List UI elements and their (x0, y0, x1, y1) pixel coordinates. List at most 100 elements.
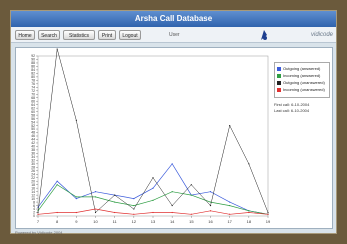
data-point (209, 204, 212, 207)
data-point (171, 211, 173, 214)
data-point (171, 204, 173, 207)
legend-swatch (277, 80, 281, 85)
data-point (248, 211, 250, 214)
y-tick-label: 28 (31, 166, 35, 170)
y-tick-label: 56 (31, 117, 35, 121)
app-window: Arsha Call Database Home Search Statisti… (10, 10, 337, 235)
y-tick-label: 90 (31, 58, 35, 62)
x-tick-label: 16 (208, 219, 213, 224)
y-tick-label: 14 (31, 190, 35, 194)
data-point (37, 213, 39, 215)
y-tick-label: 24 (31, 172, 35, 176)
y-tick-label: 92 (31, 54, 35, 58)
data-point (56, 48, 58, 50)
data-point (37, 211, 39, 214)
data-point (114, 194, 116, 196)
data-point (229, 213, 231, 215)
home-button[interactable]: Home (15, 30, 35, 40)
x-tick-label: 18 (247, 219, 252, 224)
y-tick-label: 16 (31, 186, 35, 190)
y-tick-label: 46 (31, 134, 35, 138)
data-point (56, 211, 58, 214)
plot-area (37, 55, 269, 217)
y-tick-label: 80 (31, 75, 35, 79)
user-label: User (169, 32, 180, 38)
data-point (94, 211, 97, 214)
data-point (171, 191, 173, 193)
data-point (209, 201, 212, 203)
data-point (152, 211, 154, 214)
y-tick-label: 66 (31, 99, 35, 103)
data-point (229, 201, 231, 203)
data-point (75, 196, 77, 198)
data-point (75, 211, 77, 214)
data-point (114, 201, 116, 203)
data-point (75, 119, 77, 121)
y-tick-label: 82 (31, 72, 35, 76)
y-tick-label: 58 (31, 113, 35, 117)
y-tick-label: 34 (31, 155, 35, 159)
data-point (190, 213, 192, 215)
legend-item: Incoming (unanswered) (277, 86, 327, 93)
x-tick-label: 8 (56, 219, 59, 224)
y-tick-label: 4 (33, 207, 35, 211)
y-tick-label: 64 (31, 103, 35, 107)
x-tick-label: 7 (37, 219, 40, 224)
last-call-text: Last call: 6-10-2004 (274, 108, 310, 113)
y-tick-label: 48 (31, 131, 35, 135)
y-tick-label: 88 (31, 61, 35, 65)
data-point (152, 177, 154, 179)
y-tick-label: 36 (31, 152, 35, 156)
y-tick-label: 0 (33, 214, 35, 218)
y-tick-label: 62 (31, 106, 35, 110)
call-range-info: First call: 6-10-2004 Last call: 6-10-20… (274, 102, 309, 114)
data-point (152, 199, 154, 201)
data-point (267, 213, 269, 215)
y-tick-label: 76 (31, 82, 35, 86)
footer-text: Powered by Vidicode 2004 (15, 230, 63, 235)
data-point (133, 213, 135, 215)
y-tick-label: 10 (31, 197, 35, 201)
data-point (56, 180, 58, 182)
print-button[interactable]: Print (98, 30, 116, 40)
data-point (248, 163, 250, 165)
y-tick-label: 22 (31, 176, 35, 180)
data-point (94, 191, 97, 193)
legend-item: Outgoing (unanswered) (277, 79, 327, 86)
data-point (190, 184, 192, 186)
search-button[interactable]: Search (38, 30, 60, 40)
data-point (248, 210, 250, 212)
y-tick-label: 12 (31, 193, 35, 197)
legend-item: Outgoing (answered) (277, 65, 327, 72)
y-tick-label: 6 (33, 204, 35, 208)
data-point (133, 198, 135, 200)
y-tick-label: 54 (31, 120, 35, 124)
statistics-panel: 0 2 4 6 8 10 12 14 16 18 20 22 24 26 28 30 32 34 36 38 40 42 4… (15, 47, 333, 229)
window-title: Arsha Call Database (11, 11, 336, 27)
data-point (152, 187, 154, 189)
y-tick-label: 60 (31, 110, 35, 114)
legend-label: Incoming (unanswered) (283, 87, 325, 92)
data-point (114, 211, 116, 214)
y-tick-label: 18 (31, 183, 35, 187)
legend-swatch (277, 87, 281, 92)
legend-label: Outgoing (answered) (283, 66, 321, 71)
y-tick-label: 78 (31, 79, 35, 83)
y-tick-label: 42 (31, 141, 35, 145)
data-point (267, 211, 269, 214)
legend-label: Outgoing (unanswered) (283, 80, 325, 85)
logout-button[interactable]: Logout (119, 30, 141, 40)
x-tick-label: 19 (266, 219, 271, 224)
y-tick-label: 2 (33, 211, 35, 215)
legend-item: Incoming (answered) (277, 72, 327, 79)
data-point (94, 208, 97, 210)
data-point (229, 124, 231, 127)
statistics-button[interactable]: Statistics (63, 30, 95, 40)
y-tick-label: 20 (31, 179, 35, 183)
y-tick-label: 86 (31, 65, 35, 69)
data-point (133, 204, 135, 207)
logo-icon (261, 30, 267, 40)
brand-label: vidicode (311, 32, 334, 38)
y-tick-label: 70 (31, 92, 35, 96)
data-point (56, 184, 58, 186)
